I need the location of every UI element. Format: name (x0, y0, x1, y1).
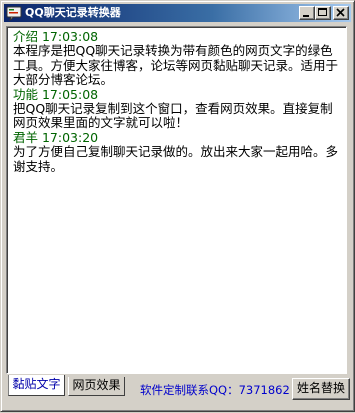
entry-header: 君羊 17:03:20 (13, 129, 99, 145)
log-entry: 功能 17:05:08 把QQ聊天记录复制到这个窗口，查看网页效果。直接复制网页… (13, 86, 342, 131)
entry-header: 介绍 17:03:08 (13, 29, 99, 44)
contact-info: 软件定制联系QQ：7371862 (140, 383, 290, 397)
title-bar[interactable]: QQ聊天记录转换器 (4, 4, 351, 22)
window-title: QQ聊天记录转换器 (25, 6, 121, 19)
maximize-icon (318, 8, 327, 16)
entry-header: 功能 17:05:08 (13, 86, 99, 102)
entry-body: 把QQ聊天记录复制到这个窗口，查看网页效果。直接复制网页效果里面的文字就可以啦！ (13, 101, 333, 131)
tab-web-preview[interactable]: 网页效果 (68, 377, 125, 396)
maximize-button[interactable] (315, 6, 331, 20)
entry-body: 为了方便自己复制聊天记录做的。放出来大家一起用哈。多谢支持。 (13, 144, 339, 174)
log-entry: 君羊 17:03:20 为了方便自己复制聊天记录做的。放出来大家一起用哈。多谢支… (13, 129, 342, 174)
close-icon (336, 8, 345, 17)
close-button[interactable] (333, 6, 349, 20)
chat-text-area[interactable]: 介绍 17:03:08 本程序是把QQ聊天记录转换为带有颜色的网页文字的绿色工具… (6, 26, 347, 374)
minimize-icon (303, 15, 309, 17)
name-replace-button[interactable]: 姓名替换 (292, 378, 350, 400)
app-icon (6, 5, 22, 22)
entry-body: 本程序是把QQ聊天记录转换为带有颜色的网页文字的绿色工具。方便大家往博客，论坛等… (13, 43, 339, 88)
minimize-button[interactable] (299, 6, 315, 20)
tab-paste-text[interactable]: 黏贴文字 (8, 375, 65, 396)
main-window: QQ聊天记录转换器 介绍 17:03:08 本程序是把QQ聊天记录转换为带有颜色… (0, 0, 355, 412)
bottom-bar: 黏贴文字 网页效果 软件定制联系QQ：7371862 姓名替换 (1, 375, 355, 413)
log-entry: 介绍 17:03:08 本程序是把QQ聊天记录转换为带有颜色的网页文字的绿色工具… (13, 29, 342, 88)
